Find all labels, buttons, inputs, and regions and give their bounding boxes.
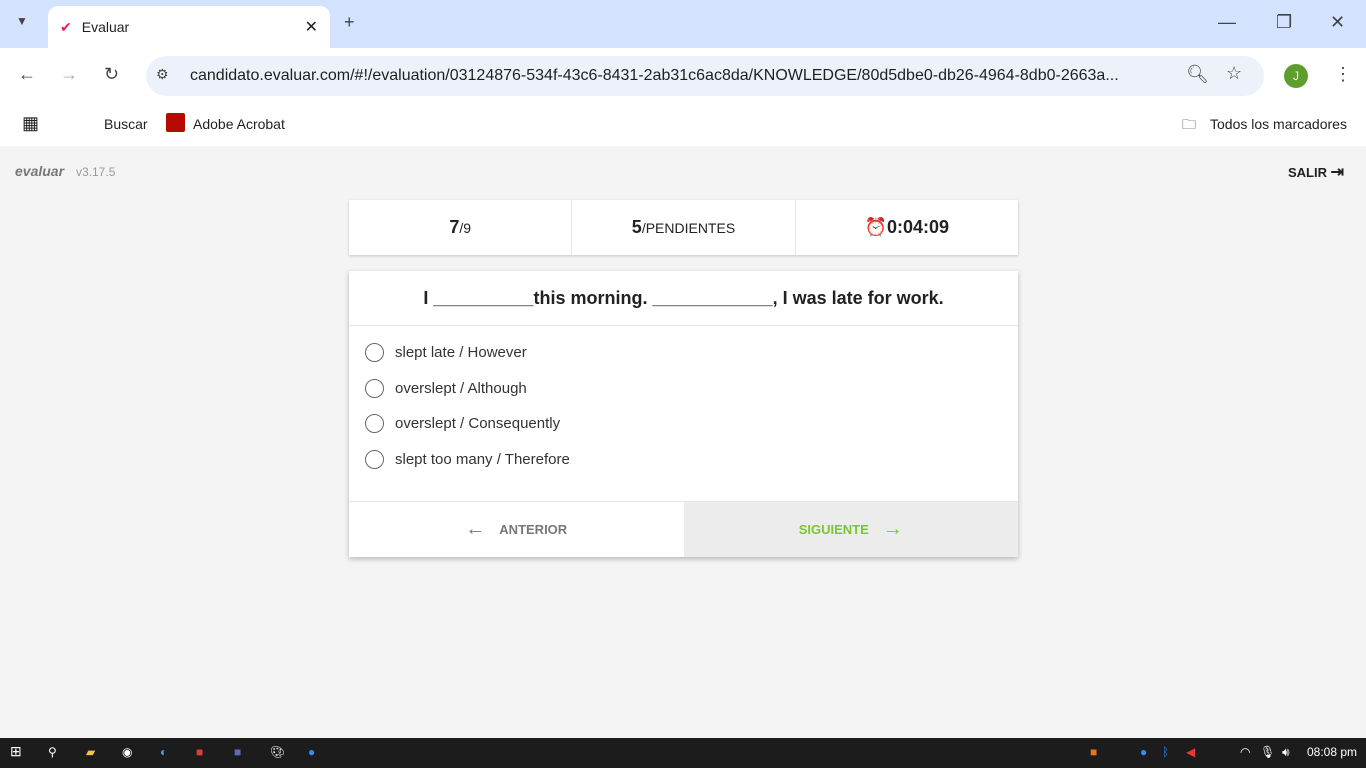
exit-button[interactable]: SALIR ⇥	[1288, 162, 1344, 182]
back-icon[interactable]: ←	[18, 64, 36, 85]
radio-button[interactable]	[365, 378, 384, 398]
app-icon[interactable]: ■	[234, 745, 241, 759]
menu-icon[interactable]: ⋮	[1334, 64, 1352, 85]
question-progress: 7/9	[349, 200, 573, 255]
answer-option[interactable]: overslept / Although	[349, 371, 1018, 407]
radio-button[interactable]	[365, 449, 384, 469]
pending-count: 5/PENDIENTES	[572, 200, 796, 255]
alarm-icon: ⏰	[864, 217, 887, 237]
evaluar-logo: evaluar	[15, 163, 65, 179]
minimize-icon[interactable]: —	[1218, 12, 1236, 33]
bookmark-buscar[interactable]: Buscar	[104, 116, 148, 132]
file-explorer-icon[interactable]: ▰	[86, 745, 95, 759]
evaluation-app: evaluar v3.17.5 SALIR ⇥ 7/9 5/PENDIENTES…	[0, 146, 1366, 738]
version: v3.17.5	[76, 165, 116, 179]
exit-label: SALIR	[1287, 165, 1327, 180]
close-tab-icon[interactable]: ✕	[305, 17, 318, 37]
zoom-tray-icon: ●	[1140, 745, 1148, 759]
zoom-icon[interactable]: 🔍︎	[1186, 64, 1209, 85]
arrow-left-icon: ←	[465, 518, 486, 540]
url-text: candidato.evaluar.com/#!/evaluation/0312…	[190, 67, 1119, 84]
next-button[interactable]: SIGUIENTE →	[683, 502, 1018, 557]
answer-option[interactable]: slept late / However	[349, 335, 1018, 371]
answer-option[interactable]: slept too many / Therefore	[349, 442, 1018, 478]
bookmark-acrobat[interactable]: Adobe Acrobat	[193, 116, 285, 132]
radio-button[interactable]	[365, 414, 384, 434]
question-card: I __________this morning. ____________, …	[349, 271, 1018, 557]
reload-icon[interactable]: ↻	[104, 64, 119, 85]
new-tab-icon[interactable]: +	[344, 12, 355, 33]
favicon-icon: ✔	[60, 18, 72, 35]
arrow-right-icon: →	[882, 518, 903, 540]
app-icon[interactable]: ■	[196, 745, 203, 759]
tab-strip: ▼ ✔ Evaluar ✕ + — ❐ ✕	[0, 0, 1366, 48]
browser-tab[interactable]: ✔ Evaluar ✕	[48, 6, 330, 48]
close-window-icon[interactable]: ✕	[1330, 12, 1345, 33]
avatar[interactable]: J	[1284, 64, 1308, 88]
java-icon: ■	[1090, 745, 1098, 759]
stats-bar: 7/9 5/PENDIENTES ⏰ 0:04:09	[349, 200, 1018, 255]
bluetooth-icon: ᛒ	[1162, 745, 1170, 759]
tab-search-icon[interactable]: ▼	[16, 14, 28, 28]
star-icon[interactable]: ☆	[1226, 63, 1242, 84]
volume-icon: 🔊︎	[1282, 745, 1290, 759]
clock[interactable]: 08:08 pm	[1307, 745, 1357, 759]
windows-taskbar: ⊞ ⚲ ▰ ◉ ◐ ■ ■ 🎨︎ ● ■ ● ᛒ ◀ ◠ 🎙︎ 🔊︎ 08:08…	[0, 738, 1366, 768]
previous-button[interactable]: ← ANTERIOR	[349, 502, 684, 557]
paint-icon[interactable]: 🎨︎	[270, 745, 285, 759]
bookmarks-bar: ▦ Buscar Adobe Acrobat 🗀 Todos los marca…	[0, 104, 1366, 146]
restore-icon[interactable]: ❐	[1276, 12, 1292, 33]
forward-icon[interactable]: →	[60, 64, 78, 85]
browser-toolbar: ← → ↻ candidato.evaluar.com/#!/evaluatio…	[0, 48, 1366, 104]
question-text: I __________this morning. ____________, …	[349, 271, 1018, 326]
folder-icon: 🗀	[1182, 116, 1196, 132]
tab-title: Evaluar	[81, 19, 130, 35]
all-bookmarks[interactable]: Todos los marcadores	[1210, 116, 1347, 132]
answer-option[interactable]: overslept / Consequently	[349, 406, 1018, 442]
address-bar[interactable]: candidato.evaluar.com/#!/evaluation/0312…	[146, 56, 1264, 96]
acrobat-icon	[166, 113, 185, 132]
microphone-icon: 🎙︎	[1260, 745, 1276, 759]
windows-start-icon[interactable]: ⊞	[10, 743, 22, 760]
apps-icon[interactable]: ▦	[22, 113, 39, 134]
site-info-icon[interactable]: ⚙	[156, 66, 169, 83]
search-icon[interactable]: ⚲	[48, 745, 57, 759]
radio-button[interactable]	[365, 343, 384, 363]
chrome-icon[interactable]: ◉	[122, 745, 132, 759]
speaker-icon: ◀	[1186, 745, 1196, 759]
timer: ⏰ 0:04:09	[864, 217, 950, 237]
exit-icon: ⇥	[1330, 164, 1344, 181]
edge-icon[interactable]: ◐	[160, 745, 167, 759]
zoom-app-icon[interactable]: ●	[308, 745, 315, 759]
wifi-icon: ◠	[1240, 745, 1251, 759]
